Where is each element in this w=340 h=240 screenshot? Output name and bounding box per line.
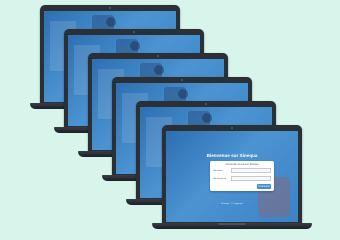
login-footer: Sinequa · © Copyright — [221, 203, 243, 205]
camera-dot — [231, 127, 233, 129]
laptop-front: Bienvenue sur Sinequa Connexion au serve… — [152, 125, 312, 235]
username-label: Utilisateur — [213, 169, 223, 172]
welcome-title: Bienvenue sur Sinequa — [206, 153, 258, 158]
username-input[interactable] — [231, 168, 271, 173]
camera-dot — [109, 7, 111, 9]
laptop-notch — [218, 223, 246, 225]
laptop-lid: Bienvenue sur Sinequa Connexion au serve… — [162, 125, 302, 225]
camera-dot — [157, 55, 159, 57]
camera-dot — [181, 79, 183, 81]
camera-dot — [133, 31, 135, 33]
login-dialog: Connexion au serveur Sinequa Utilisateur… — [210, 161, 274, 191]
password-row: Mot de passe — [213, 176, 271, 182]
login-dialog-header: Connexion au serveur Sinequa — [225, 163, 259, 166]
camera-dot — [205, 103, 207, 105]
username-row: Utilisateur — [213, 168, 271, 174]
password-label: Mot de passe — [213, 177, 227, 180]
login-button[interactable]: Connexion — [257, 184, 271, 189]
login-screen: Bienvenue sur Sinequa Connexion au serve… — [166, 131, 298, 222]
scene-background: Bienvenue sur Sinequa Connexion au serve… — [0, 0, 340, 240]
password-input[interactable] — [231, 176, 271, 181]
